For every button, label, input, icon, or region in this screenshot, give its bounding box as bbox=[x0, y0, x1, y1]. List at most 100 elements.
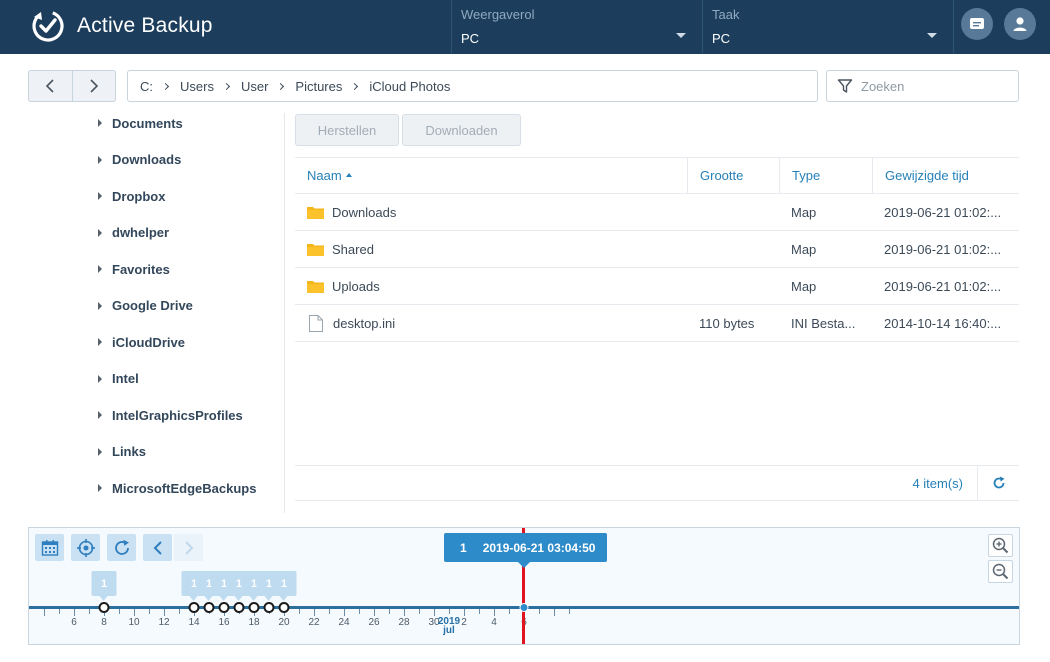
expand-arrow-icon[interactable] bbox=[98, 411, 102, 420]
timeline-tick bbox=[509, 609, 510, 614]
calendar-button[interactable] bbox=[35, 534, 64, 561]
file-size bbox=[687, 231, 779, 267]
breadcrumb-item[interactable]: Users bbox=[180, 79, 241, 94]
refresh-button[interactable] bbox=[977, 465, 1019, 501]
expand-arrow-icon[interactable] bbox=[98, 338, 102, 347]
expand-arrow-icon[interactable] bbox=[98, 228, 102, 237]
timeline-tick-label: 26 bbox=[368, 617, 380, 628]
column-header-type[interactable]: Type bbox=[779, 158, 872, 193]
timeline-tick bbox=[404, 609, 405, 616]
tree-item[interactable]: Favorites bbox=[96, 251, 286, 288]
tree-item[interactable]: iCloudDrive bbox=[96, 324, 286, 361]
timeline-tick bbox=[419, 609, 420, 614]
file-table: Naam Grootte Type Gewijzigde tijd Downlo… bbox=[295, 157, 1019, 342]
timeline-tick bbox=[149, 609, 150, 614]
view-role-value: PC bbox=[461, 31, 480, 46]
zoom-in-button[interactable] bbox=[988, 534, 1013, 557]
timeline-tick bbox=[449, 609, 450, 614]
table-row[interactable]: desktop.ini 110 bytes INI Besta... 2014-… bbox=[295, 305, 1019, 342]
expand-arrow-icon[interactable] bbox=[98, 265, 102, 274]
timeline-refresh-button[interactable] bbox=[107, 534, 136, 561]
restore-button[interactable]: Herstellen bbox=[295, 114, 399, 146]
file-modified: 2019-06-21 01:02:... bbox=[884, 278, 1002, 294]
tree-item[interactable]: dwhelper bbox=[96, 215, 286, 252]
timeline-tick bbox=[494, 609, 495, 616]
refresh-icon bbox=[114, 539, 129, 555]
expand-arrow-icon[interactable] bbox=[98, 447, 102, 456]
column-header-modified[interactable]: Gewijzigde tijd bbox=[872, 158, 1019, 193]
file-type: Map bbox=[791, 241, 817, 257]
locate-current-button[interactable] bbox=[71, 534, 100, 561]
tree-item[interactable]: MicrosoftEdgeBackups bbox=[96, 470, 286, 507]
version-count-bubble[interactable]: 1 bbox=[271, 571, 297, 601]
expand-arrow-icon[interactable] bbox=[98, 155, 102, 164]
expand-arrow-icon[interactable] bbox=[98, 301, 102, 310]
current-version-point[interactable] bbox=[519, 603, 529, 612]
timeline-tick-label: 22 bbox=[308, 617, 320, 628]
tree-item[interactable]: Dropbox bbox=[96, 178, 286, 215]
column-header-name[interactable]: Naam bbox=[295, 158, 687, 193]
zoom-out-button[interactable] bbox=[988, 560, 1013, 583]
breadcrumb-item[interactable]: Pictures bbox=[295, 79, 369, 94]
task-value: PC bbox=[712, 31, 731, 46]
tree-item[interactable]: Documents bbox=[96, 105, 286, 142]
timeline-next-button[interactable] bbox=[174, 534, 203, 561]
version-timeline: 6810121416182022242628302019jul246 11111… bbox=[28, 527, 1020, 645]
column-header-size[interactable]: Grootte bbox=[687, 158, 779, 193]
chevron-left-icon bbox=[46, 79, 54, 93]
timeline-tick-label: 16 bbox=[218, 617, 230, 628]
view-role-select[interactable]: Weergaverol PC bbox=[451, 0, 702, 54]
tree-item[interactable]: Links bbox=[96, 434, 286, 471]
app-title: Active Backup bbox=[77, 14, 213, 37]
tree-item[interactable]: Google Drive bbox=[96, 288, 286, 325]
timeline-tick-label: 18 bbox=[248, 617, 260, 628]
user-button[interactable] bbox=[1004, 8, 1036, 40]
version-point[interactable] bbox=[248, 602, 260, 613]
version-point[interactable] bbox=[188, 602, 200, 613]
search-input[interactable] bbox=[861, 78, 1001, 94]
timeline-prev-button[interactable] bbox=[143, 534, 172, 561]
version-point[interactable] bbox=[203, 602, 215, 613]
version-point[interactable] bbox=[278, 602, 290, 613]
forward-button[interactable] bbox=[71, 71, 116, 101]
expand-arrow-icon[interactable] bbox=[98, 119, 102, 128]
breadcrumb-item[interactable]: User bbox=[241, 79, 295, 94]
version-point[interactable] bbox=[98, 602, 110, 613]
pane-divider[interactable] bbox=[284, 113, 285, 513]
breadcrumb-item[interactable]: C: bbox=[140, 79, 180, 94]
timeline-tick bbox=[59, 609, 60, 614]
file-name: desktop.ini bbox=[333, 315, 396, 331]
tree-item[interactable]: IntelGraphicsProfiles bbox=[96, 397, 286, 434]
zoom-in-icon bbox=[992, 537, 1009, 554]
folder-tree: Documents Downloads Dropbox dwhelper Fav… bbox=[96, 105, 286, 507]
back-button[interactable] bbox=[29, 71, 72, 101]
task-select[interactable]: Taak PC bbox=[702, 0, 953, 54]
header-divider bbox=[953, 0, 954, 54]
expand-arrow-icon[interactable] bbox=[98, 374, 102, 383]
tree-item[interactable]: Intel bbox=[96, 361, 286, 398]
filter-icon[interactable] bbox=[837, 78, 853, 94]
file-type: Map bbox=[791, 278, 817, 294]
download-button[interactable]: Downloaden bbox=[402, 114, 521, 146]
table-row[interactable]: Shared Map 2019-06-21 01:02:... bbox=[295, 231, 1019, 268]
version-point[interactable] bbox=[263, 602, 275, 613]
tree-item[interactable]: Downloads bbox=[96, 142, 286, 179]
calendar-icon bbox=[41, 539, 58, 556]
table-row[interactable]: Uploads Map 2019-06-21 01:02:... bbox=[295, 268, 1019, 305]
timeline-tick-label: 28 bbox=[398, 617, 410, 628]
table-row[interactable]: Downloads Map 2019-06-21 01:02:... bbox=[295, 194, 1019, 231]
version-point[interactable] bbox=[233, 602, 245, 613]
table-footer: 4 item(s) bbox=[295, 465, 1019, 501]
expand-arrow-icon[interactable] bbox=[98, 484, 102, 493]
folder-icon bbox=[307, 243, 324, 256]
file-name: Uploads bbox=[332, 278, 380, 294]
timeline-tick bbox=[74, 609, 75, 616]
expand-arrow-icon[interactable] bbox=[98, 192, 102, 201]
timeline-tick-label: 20 bbox=[278, 617, 290, 628]
messages-button[interactable] bbox=[961, 8, 993, 40]
version-count-bubble[interactable]: 1 bbox=[91, 571, 117, 601]
version-point[interactable] bbox=[218, 602, 230, 613]
timeline-tick bbox=[314, 609, 315, 616]
timeline-tick-label: 24 bbox=[338, 617, 350, 628]
breadcrumb-item[interactable]: iCloud Photos bbox=[369, 79, 450, 94]
